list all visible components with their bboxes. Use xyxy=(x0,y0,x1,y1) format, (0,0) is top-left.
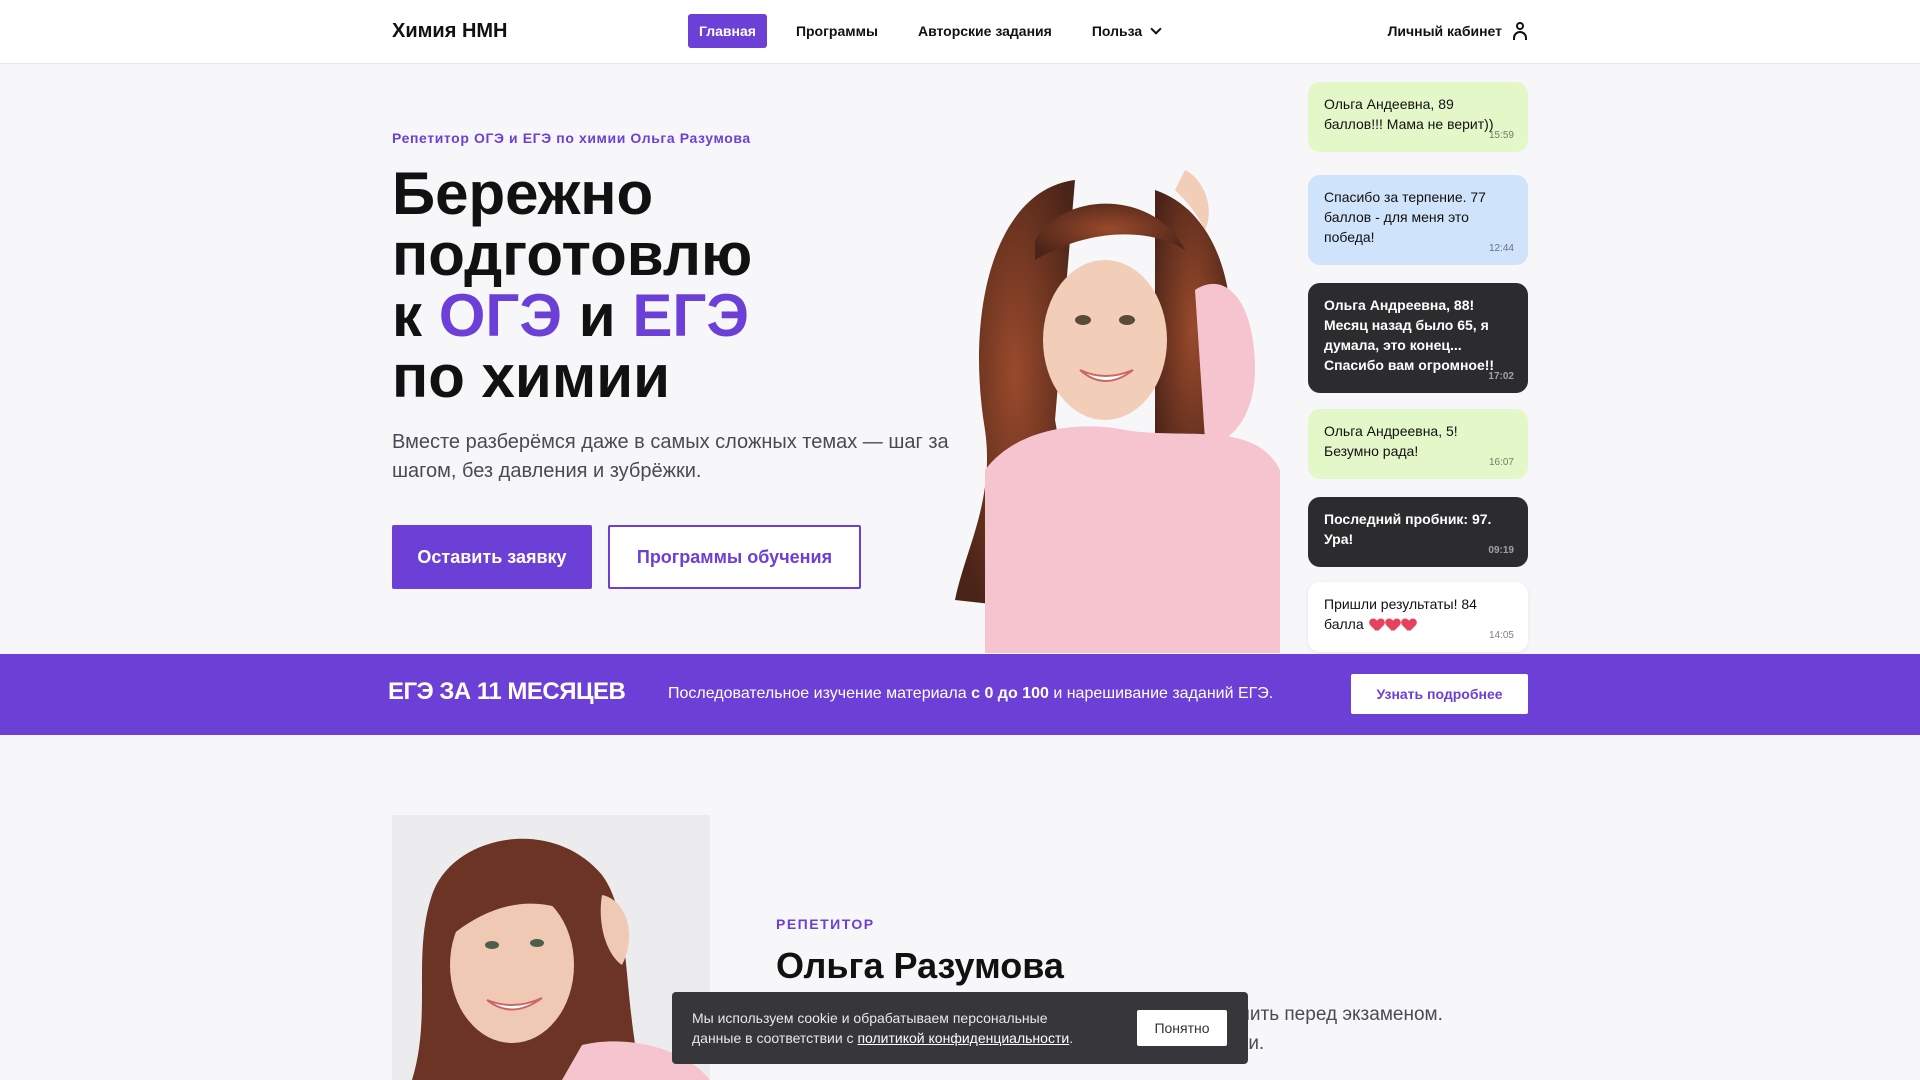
hero-title-line4: по химии xyxy=(392,343,670,410)
hero-title-oge: ОГЭ xyxy=(438,282,563,349)
tutor-name: Ольга Разумова xyxy=(776,945,1064,986)
cookie-text: Мы используем cookie и обрабатываем перс… xyxy=(692,1008,1092,1048)
hero-title-line2: подготовлю xyxy=(392,221,753,288)
hero-title-and: и xyxy=(578,282,616,349)
hero-title-line1: Бережно xyxy=(392,160,654,227)
nav-item-benefits[interactable]: Польза xyxy=(1081,14,1171,48)
tutor-section-tag: РЕПЕТИТОР xyxy=(776,916,875,932)
submit-request-button[interactable]: Оставить заявку xyxy=(392,525,592,589)
cookie-text-end: . xyxy=(1069,1030,1074,1046)
review-time: 12:44 xyxy=(1488,243,1514,254)
review-time: 14:05 xyxy=(1488,630,1514,641)
nav-item-home[interactable]: Главная xyxy=(688,14,767,48)
main-nav: Главная Программы Авторские задания Поль… xyxy=(688,14,1189,48)
review-time: 09:19 xyxy=(1488,545,1514,556)
review-text: Ольга Андреевна, 5! Безумно рада! xyxy=(1324,423,1458,459)
review-bubble: Пришли результаты! 84 балла 14:05 xyxy=(1308,582,1528,652)
nav-item-benefits-label: Польза xyxy=(1091,23,1143,39)
review-text: Последний пробник: 97. Ура! xyxy=(1324,511,1492,547)
user-icon xyxy=(1512,22,1528,40)
account-link[interactable]: Личный кабинет xyxy=(1388,22,1528,40)
privacy-policy-link[interactable]: политикой конфиденциальности xyxy=(857,1030,1069,1046)
banner-text-bold: с 0 до 100 xyxy=(971,685,1049,702)
review-bubble: Спасибо за терпение. 77 баллов - для мен… xyxy=(1308,175,1528,265)
banner-text-after: и нарешивание заданий ЕГЭ. xyxy=(1048,685,1274,702)
hero-subtitle: Вместе разберёмся даже в самых сложных т… xyxy=(392,431,949,482)
site-logo[interactable]: Химия НМН xyxy=(392,20,508,43)
review-text: Ольга Андреевна, 88! Месяц назад было 65… xyxy=(1324,297,1495,373)
account-label: Личный кабинет xyxy=(1387,23,1502,39)
cookie-accept-button[interactable]: Понятно xyxy=(1137,1010,1227,1046)
hero-tagline: Репетитор ОГЭ и ЕГЭ по химии Ольга Разум… xyxy=(392,130,751,146)
nav-item-author-tasks[interactable]: Авторские задания xyxy=(907,14,1063,48)
promo-banner: ЕГЭ ЗА 11 МЕСЯЦЕВ Последовательное изуче… xyxy=(0,654,1920,735)
banner-title: ЕГЭ ЗА 11 МЕСЯЦЕВ xyxy=(388,678,626,705)
hero-title: Бережно подготовлю к ОГЭ и ЕГЭ по химии xyxy=(392,163,932,407)
tutor-portrait-photo xyxy=(392,815,710,1080)
cookie-text-line2: данные в соответствии с xyxy=(692,1030,858,1046)
review-time: 15:59 xyxy=(1488,130,1514,141)
programs-button[interactable]: Программы обучения xyxy=(608,525,861,589)
hero-title-k: к xyxy=(392,282,423,349)
review-time: 16:07 xyxy=(1488,457,1514,468)
review-text: Спасибо за терпение. 77 баллов - для мен… xyxy=(1324,189,1486,245)
learn-more-button[interactable]: Узнать подробнее xyxy=(1351,674,1528,714)
review-bubble: Ольга Андеевна, 89 баллов!!! Мама не вер… xyxy=(1308,82,1528,152)
review-bubble: Ольга Андреевна, 5! Безумно рада! 16:07 xyxy=(1308,409,1528,479)
review-text: Пришли результаты! 84 балла xyxy=(1324,596,1477,632)
review-bubble: Последний пробник: 97. Ура! 09:19 xyxy=(1308,497,1528,567)
heart-icon xyxy=(1386,619,1400,631)
tutor-text-line1: чить перед экзаменом. xyxy=(1240,1004,1443,1025)
review-bubble: Ольга Андреевна, 88! Месяц назад было 65… xyxy=(1308,283,1528,393)
review-time: 17:02 xyxy=(1488,371,1514,382)
tutor-hero-photo xyxy=(955,170,1280,653)
chevron-down-icon xyxy=(1150,22,1162,35)
review-text: Ольга Андеевна, 89 баллов!!! Мама не вер… xyxy=(1324,96,1494,132)
nav-item-programs[interactable]: Программы xyxy=(785,14,889,48)
cookie-banner: Мы используем cookie и обрабатываем перс… xyxy=(672,992,1248,1064)
cookie-text-line1: Мы используем cookie и обрабатываем перс… xyxy=(692,1010,1048,1026)
hero-title-ege: ЕГЭ xyxy=(632,282,750,349)
banner-text-before: Последовательное изучение материала xyxy=(668,685,972,702)
heart-icon xyxy=(1402,619,1416,631)
site-header: Химия НМН Главная Программы Авторские за… xyxy=(0,0,1920,64)
heart-icon xyxy=(1370,619,1384,631)
banner-text: Последовательное изучение материала с 0 … xyxy=(668,685,1273,703)
